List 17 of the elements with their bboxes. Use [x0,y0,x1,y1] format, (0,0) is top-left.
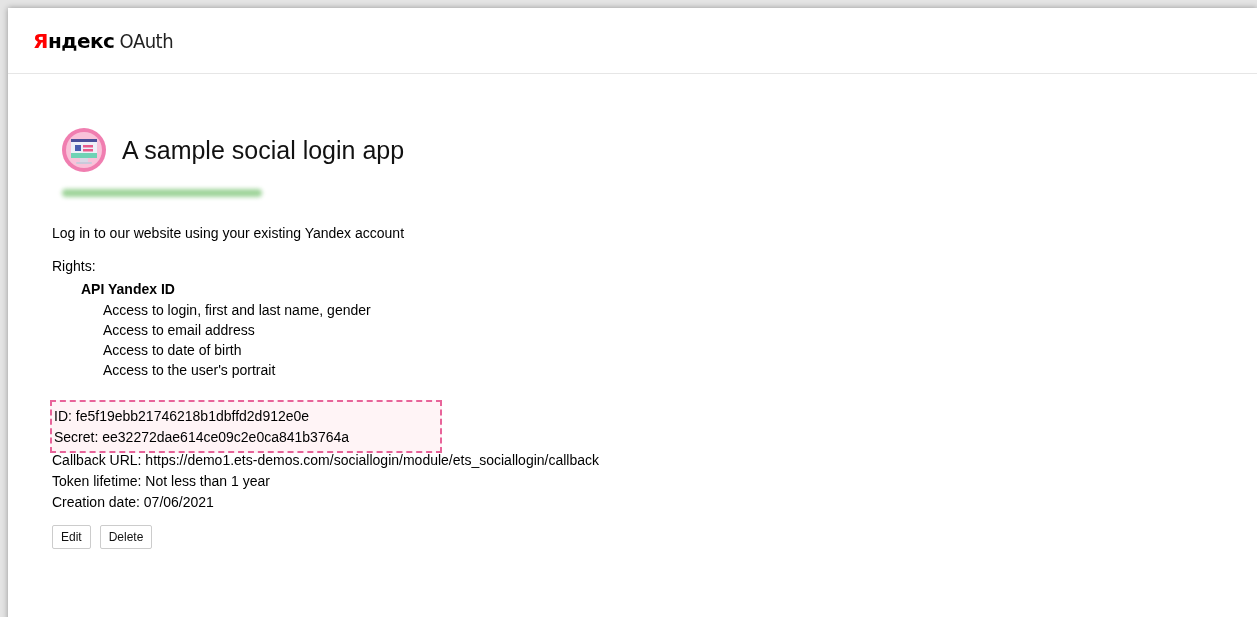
rights-label: Rights: [52,257,97,276]
field-text: Secret: ee32272dae614ce09c2e0ca841b3764a [54,428,351,447]
field-text: Token lifetime: Not less than 1 year [52,472,271,491]
logo[interactable]: Яндекс OAuth [33,28,174,53]
rights-group: API Yandex ID [81,279,1257,300]
field-text: Creation date: 07/06/2021 [52,493,215,512]
field-text: Callback URL: https://demo1.ets-demos.com/sociallogin/module/ets_sociallogin/callback [52,451,601,470]
app-title: A sample social login app [122,135,405,165]
right-item: Access to the user's portrait [103,361,277,380]
right-item: Access to email address [103,321,256,340]
app-icon [62,128,106,172]
right-item: Access to date of birth [103,341,243,360]
action-button[interactable]: Delete [99,525,153,549]
right-item: Access to login, first and last name, gender [103,301,372,320]
action-button[interactable]: Edit [52,525,91,549]
app-description: Log in to our website using your existing Yandex account [52,224,406,243]
field-text: ID: fe5f19ebb21746218b1dbffd2d912e0e [54,407,311,426]
